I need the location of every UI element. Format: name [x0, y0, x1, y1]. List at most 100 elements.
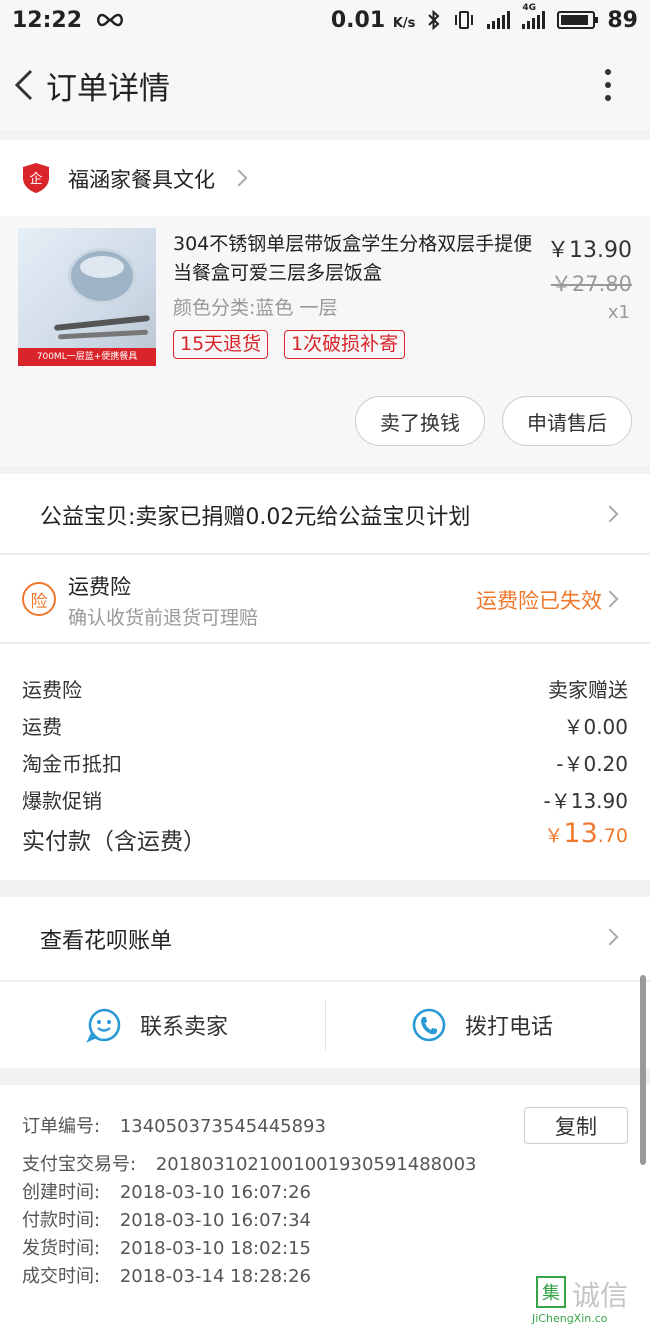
page-title: 订单详情: [46, 70, 170, 107]
insurance-subtitle: 确认收货前退货可理赔: [68, 607, 259, 629]
network-speed: 0.01 K/s: [330, 7, 416, 33]
completed-time: 2018-03-14 18:28:26: [119, 1266, 311, 1287]
total-currency: ￥: [544, 825, 564, 847]
fee-label: 爆款促销: [22, 789, 102, 813]
product-spec: 颜色分类:蓝色 一层: [173, 297, 338, 319]
product-thumbnail[interactable]: 700ML一层蓝+便携餐具: [18, 228, 156, 366]
shipping-insurance-row[interactable]: 险 运费险 确认收货前退货可理赔 运费险已失效: [0, 555, 650, 643]
more-dot-icon: [605, 95, 611, 101]
more-dot-icon: [605, 69, 611, 75]
contact-seller-label: 联系卖家: [140, 1015, 229, 1040]
fee-value: ￥0.00: [563, 715, 628, 739]
fee-row-promo: 爆款促销 -￥13.90: [22, 785, 628, 817]
cutlery-image: [57, 329, 149, 340]
resell-button[interactable]: 卖了换钱: [355, 396, 485, 446]
info-label: 订单编号:: [22, 1116, 101, 1137]
fee-row-insurance: 运费险 卖家赠送: [22, 674, 628, 706]
thumbnail-caption: 700ML一层蓝+便携餐具: [18, 348, 156, 366]
status-bar: 12:22 0.01 K/s 4G 89: [0, 0, 650, 40]
huabei-bill-row[interactable]: 查看花呗账单: [0, 897, 650, 981]
fee-value: -￥13.90: [543, 789, 628, 813]
product-name[interactable]: 304不锈钢单层带饭盒学生分格双层手提便当餐盒可爱三层多层饭盒: [173, 230, 539, 288]
fee-value: -￥0.20: [556, 752, 628, 776]
divider: [325, 1000, 326, 1050]
back-button[interactable]: [2, 40, 46, 130]
total-label: 实付款（含运费）: [22, 829, 206, 855]
call-phone-label: 拨打电话: [465, 1015, 554, 1040]
fee-label: 运费险: [22, 678, 82, 702]
alipay-trade-row: 支付宝交易号: 2018031021001001930591488003: [22, 1152, 476, 1178]
shipped-time-row: 发货时间: 2018-03-10 18:02:15: [22, 1236, 311, 1262]
signal-4g-icon: 4G: [522, 3, 546, 29]
fee-label: 运费: [22, 715, 62, 739]
product-card: 700ML一层蓝+便携餐具 304不锈钢单层带饭盒学生分格双层手提便当餐盒可爱三…: [0, 216, 650, 466]
shop-name: 福涵家餐具文化: [68, 168, 215, 192]
fee-value: 卖家赠送: [548, 678, 628, 702]
vibrate-icon: [455, 11, 474, 29]
fee-list: 运费险 卖家赠送 运费 ￥0.00 淘金币抵扣 -￥0.20 爆款促销 -￥13…: [0, 644, 650, 880]
product-price: ￥13.90: [547, 238, 632, 263]
more-dot-icon: [605, 82, 611, 88]
chat-smile-icon: [86, 1008, 121, 1043]
info-label: 支付宝交易号:: [22, 1154, 137, 1175]
battery-level: 89: [607, 7, 638, 33]
scrollbar[interactable]: [640, 975, 646, 1165]
insurance-status: 运费险已失效: [476, 589, 602, 613]
nav-header: 订单详情: [0, 40, 650, 130]
bluetooth-icon: [428, 10, 440, 30]
created-time-row: 创建时间: 2018-03-10 16:07:26: [22, 1180, 311, 1206]
watermark-text: 诚信: [572, 1279, 629, 1312]
original-price: ￥27.80: [550, 272, 632, 296]
info-label: 付款时间:: [22, 1210, 101, 1231]
infinity-icon: [97, 13, 123, 27]
status-time: 12:22: [12, 7, 83, 33]
fee-row-coins: 淘金币抵扣 -￥0.20: [22, 748, 628, 780]
fee-label: 淘金币抵扣: [22, 752, 122, 776]
battery-icon: [557, 11, 599, 29]
site-watermark: 集 诚信 JiChengXin.co: [532, 1274, 650, 1326]
svg-text:企: 企: [29, 171, 42, 187]
watermark-logo: 集: [536, 1276, 566, 1308]
damage-reship-tag: 1次破损补寄: [284, 330, 406, 359]
paid-time-row: 付款时间: 2018-03-10 16:07:34: [22, 1208, 311, 1234]
shop-row[interactable]: 企 福涵家餐具文化: [0, 140, 650, 216]
product-quantity: x1: [607, 302, 630, 323]
created-time: 2018-03-10 16:07:26: [119, 1182, 311, 1203]
chevron-right-icon: [601, 590, 619, 608]
total-decimal: .70: [597, 825, 628, 847]
chevron-right-icon: [601, 928, 619, 946]
contact-bar: 联系卖家 拨打电话: [0, 982, 650, 1068]
return-tag: 15天退货: [173, 330, 269, 359]
huabei-text: 查看花呗账单: [40, 929, 173, 954]
completed-time-row: 成交时间: 2018-03-14 18:28:26: [22, 1264, 311, 1290]
signal-icon: [487, 11, 511, 29]
copy-order-number-button[interactable]: 复制: [524, 1107, 628, 1144]
phone-icon: [412, 1008, 446, 1042]
total-integer: 13: [563, 818, 598, 849]
insurance-title: 运费险: [68, 575, 131, 599]
order-number-row: 订单编号: 134050373545445893: [22, 1114, 326, 1140]
info-label: 发货时间:: [22, 1238, 101, 1259]
info-label: 成交时间:: [22, 1266, 101, 1287]
enterprise-shield-icon: 企: [23, 163, 49, 193]
insurance-icon: 险: [22, 582, 56, 616]
cutlery-image: [53, 314, 151, 332]
alipay-trade-number: 2018031021001001930591488003: [155, 1154, 477, 1175]
lunchbox-lid: [80, 256, 124, 278]
shipped-time: 2018-03-10 18:02:15: [119, 1238, 311, 1259]
contact-seller-button[interactable]: 联系卖家: [86, 982, 228, 1068]
info-label: 创建时间:: [22, 1182, 101, 1203]
total-amount: ￥13.70: [544, 818, 628, 849]
more-menu-button[interactable]: [588, 55, 628, 115]
order-number: 134050373545445893: [119, 1116, 326, 1137]
call-phone-button[interactable]: 拨打电话: [411, 982, 553, 1068]
back-arrow-icon: [14, 69, 33, 101]
fee-row-shipping: 运费 ￥0.00: [22, 711, 628, 743]
watermark-url: JiChengXin.co: [532, 1312, 608, 1325]
charity-text: 公益宝贝:卖家已捐赠0.02元给公益宝贝计划: [40, 505, 471, 530]
charity-row[interactable]: 公益宝贝:卖家已捐赠0.02元给公益宝贝计划: [0, 474, 650, 554]
chevron-right-icon: [230, 169, 248, 187]
chevron-right-icon: [601, 505, 619, 523]
after-sale-button[interactable]: 申请售后: [502, 396, 632, 446]
paid-time: 2018-03-10 16:07:34: [119, 1210, 311, 1231]
